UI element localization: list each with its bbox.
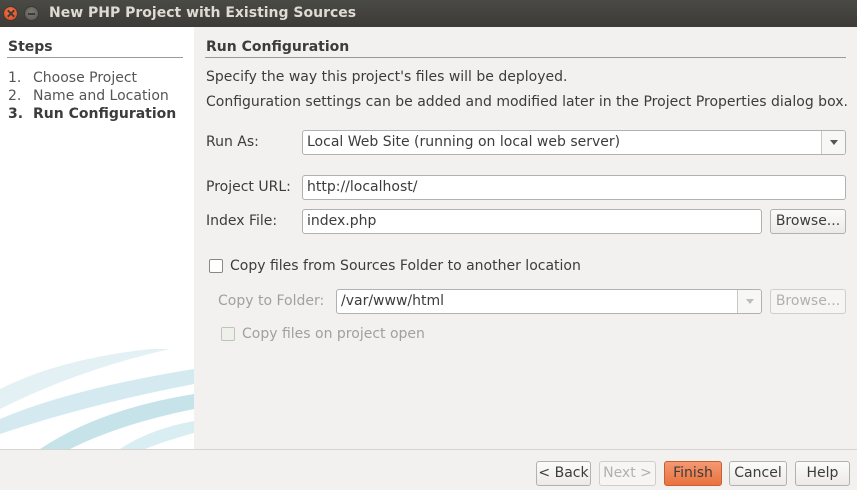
steps-panel: Steps 1. Choose Project 2. Name and Locati… (0, 27, 194, 449)
step-item-current: 3. Run Configuration (8, 106, 177, 122)
chevron-down-icon[interactable] (821, 131, 845, 154)
cancel-button[interactable]: Cancel (729, 461, 787, 486)
description-line-1: Specify the way this project's files wil… (206, 69, 568, 85)
step-item: 2. Name and Location (8, 88, 169, 104)
page-title: Run Configuration (206, 39, 350, 55)
back-button[interactable]: < Back (536, 461, 591, 486)
copy-to-folder-combo[interactable]: /var/www/html (336, 289, 762, 314)
footer-divider (0, 449, 857, 450)
index-file-label: Index File: (206, 213, 278, 229)
chevron-down-icon[interactable] (737, 290, 761, 313)
index-file-browse-button[interactable]: Browse... (770, 209, 846, 234)
run-as-label: Run As: (206, 134, 259, 150)
steps-divider (7, 57, 183, 58)
title-bar: New PHP Project with Existing Sources (0, 0, 857, 27)
close-window-button[interactable] (3, 6, 18, 21)
minimize-window-button[interactable] (24, 6, 39, 21)
step-item: 1. Choose Project (8, 70, 138, 86)
steps-heading: Steps (8, 39, 53, 55)
run-as-select[interactable]: Local Web Site (running on local web ser… (302, 130, 846, 155)
description-line-2: Configuration settings can be added and … (206, 94, 848, 110)
window-title: New PHP Project with Existing Sources (49, 5, 357, 21)
title-divider (205, 57, 846, 58)
index-file-input[interactable]: index.php (302, 209, 762, 234)
step-label: Run Configuration (33, 106, 177, 122)
run-as-value: Local Web Site (running on local web ser… (307, 134, 621, 150)
help-button[interactable]: Help (795, 461, 850, 486)
copy-files-checkbox[interactable] (209, 259, 223, 273)
run-configuration-panel: Run Configuration Specify the way this p… (194, 27, 857, 449)
copy-to-folder-value: /var/www/html (341, 293, 445, 309)
copy-on-open-label[interactable]: Copy files on project open (242, 326, 425, 342)
steps-list: 1. Choose Project 2. Name and Location 3. R… (8, 69, 176, 123)
wizard-decoration-graphic (0, 349, 194, 449)
copy-to-folder-label: Copy to Folder: (218, 293, 325, 309)
step-label: Choose Project (33, 70, 138, 86)
step-label: Name and Location (33, 88, 169, 104)
copy-folder-browse-button[interactable]: Browse... (770, 289, 846, 314)
next-button[interactable]: Next > (599, 461, 656, 486)
copy-files-label[interactable]: Copy files from Sources Folder to anothe… (230, 258, 581, 274)
copy-on-open-checkbox[interactable] (221, 327, 235, 341)
project-url-input[interactable]: http://localhost/ (302, 175, 846, 200)
project-url-label: Project URL: (206, 179, 291, 195)
finish-button[interactable]: Finish (664, 461, 722, 486)
